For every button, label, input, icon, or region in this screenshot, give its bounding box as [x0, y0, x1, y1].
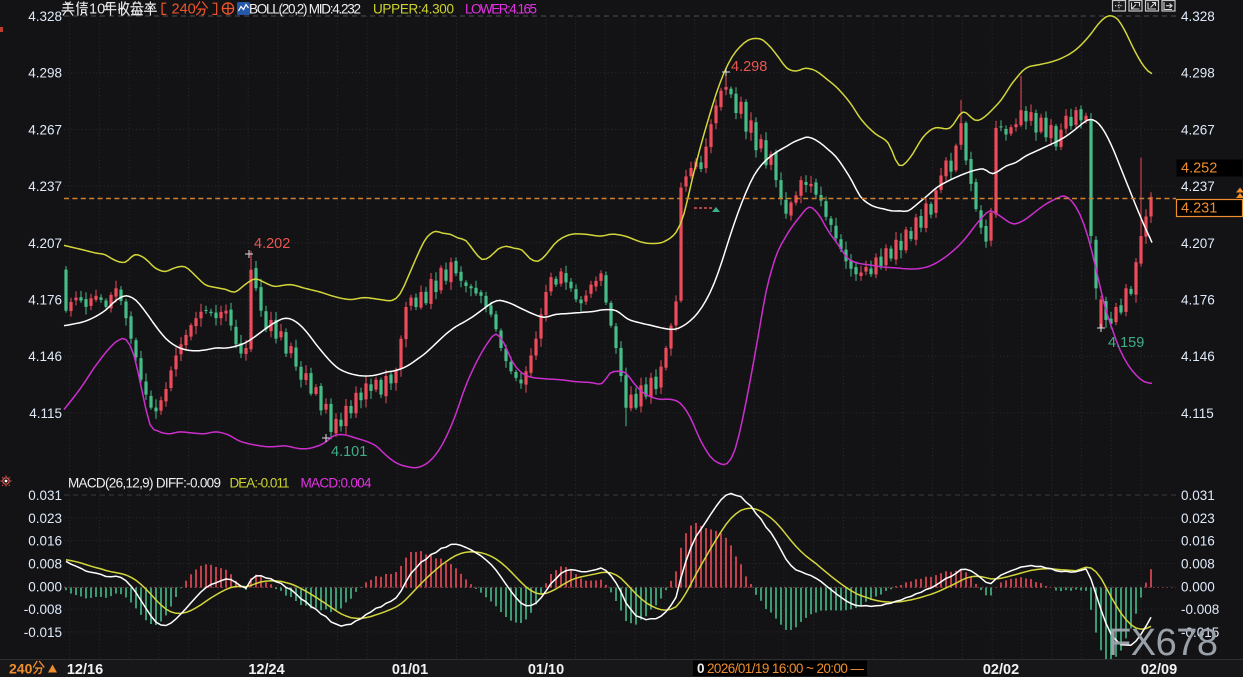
svg-text:4.207: 4.207	[28, 236, 62, 251]
svg-text:BOLL(20,2) MID:4.232: BOLL(20,2) MID:4.232	[249, 2, 361, 17]
svg-text:4.207: 4.207	[1181, 236, 1215, 251]
svg-text:02/09: 02/09	[1141, 662, 1177, 677]
svg-text:0: 0	[697, 661, 705, 676]
svg-text:12/24: 12/24	[248, 662, 284, 677]
svg-text:4.252: 4.252	[1181, 161, 1217, 177]
svg-text:4.159: 4.159	[1108, 335, 1144, 351]
svg-text:4.237: 4.237	[28, 179, 62, 194]
svg-text:0.000: 0.000	[1181, 579, 1215, 594]
svg-text:MACD:0.004: MACD:0.004	[301, 476, 372, 491]
svg-text:4.115: 4.115	[29, 406, 62, 421]
svg-text:4.146: 4.146	[1181, 349, 1215, 364]
svg-text:-0.008: -0.008	[1181, 602, 1219, 617]
svg-text:4.176: 4.176	[1181, 293, 1215, 308]
svg-text:240: 240	[9, 661, 33, 677]
svg-text:UPPER:4.300: UPPER:4.300	[373, 2, 454, 17]
svg-text:4.328: 4.328	[1181, 9, 1215, 24]
svg-text:4.328: 4.328	[28, 9, 62, 24]
svg-text:0.031: 0.031	[1181, 488, 1215, 503]
svg-text:0.000: 0.000	[28, 579, 62, 594]
svg-text:FX678: FX678	[1108, 622, 1218, 664]
svg-text:2026/01/19 16:00 ~ 20:00 —: 2026/01/19 16:00 ~ 20:00 —	[707, 661, 865, 676]
svg-text:4.298: 4.298	[731, 59, 767, 75]
svg-text:4.231: 4.231	[1181, 201, 1217, 217]
svg-text:0.008: 0.008	[28, 556, 62, 571]
svg-text:240: 240	[172, 2, 196, 18]
svg-text:0.023: 0.023	[28, 511, 62, 526]
svg-text:4.267: 4.267	[1181, 122, 1215, 137]
svg-text:01/10: 01/10	[528, 662, 564, 677]
svg-text:12/16: 12/16	[67, 662, 103, 677]
svg-text:0.008: 0.008	[1181, 556, 1215, 571]
svg-text:0.016: 0.016	[1181, 534, 1215, 549]
svg-text:4.101: 4.101	[331, 444, 367, 460]
svg-text:-0.008: -0.008	[24, 602, 62, 617]
svg-text:4.202: 4.202	[254, 236, 290, 252]
svg-text:MACD(26,12,9) DIFF:-0.009: MACD(26,12,9) DIFF:-0.009	[68, 476, 221, 491]
svg-text:4.267: 4.267	[28, 122, 62, 137]
svg-text:0.016: 0.016	[28, 534, 62, 549]
svg-text:DEA:-0.011: DEA:-0.011	[230, 476, 290, 491]
svg-text:LOWER:4.165: LOWER:4.165	[465, 2, 537, 17]
svg-text:01/01: 01/01	[392, 662, 428, 677]
svg-text:0.023: 0.023	[1181, 511, 1215, 526]
svg-text:10: 10	[89, 2, 105, 18]
svg-text:0.031: 0.031	[28, 488, 62, 503]
svg-text:4.237: 4.237	[1181, 179, 1215, 194]
svg-text:4.115: 4.115	[1181, 406, 1214, 421]
svg-text:-0.015: -0.015	[24, 625, 62, 640]
svg-text:02/02: 02/02	[983, 662, 1019, 677]
svg-text:4.146: 4.146	[28, 349, 62, 364]
svg-text:4.298: 4.298	[28, 66, 62, 81]
svg-text:4.176: 4.176	[28, 293, 62, 308]
svg-text:4.298: 4.298	[1181, 66, 1215, 81]
